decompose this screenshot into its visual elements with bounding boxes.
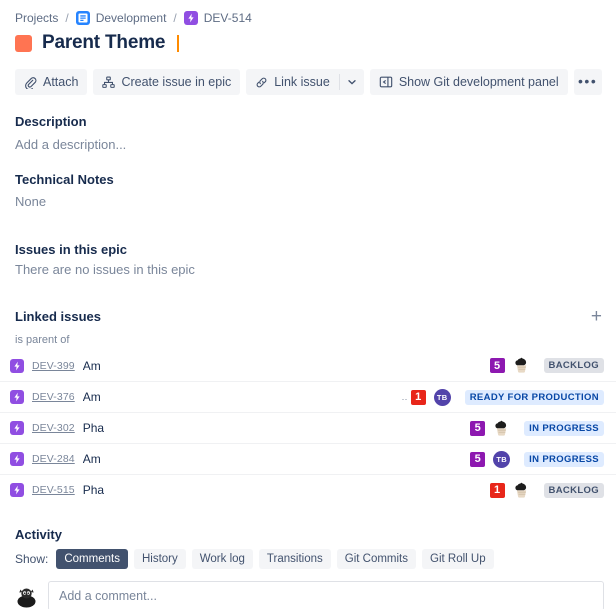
epic-type-icon: [183, 11, 198, 25]
attach-button[interactable]: Attach: [15, 69, 88, 95]
linked-issue-row[interactable]: DEV-376 Am.. 1 TB READY FOR PRODUCTION: [0, 381, 616, 412]
status-badge: BACKLOG: [543, 482, 604, 498]
hierarchy-icon: [102, 76, 116, 89]
linked-issues-list: DEV-399 Am 5 BACKLOG DEV-376 Am.. 1 TB READY FO…: [0, 350, 616, 505]
linked-issue-row[interactable]: DEV-399 Am 5 BACKLOG: [0, 350, 616, 381]
breadcrumb-separator-2: /: [173, 11, 177, 25]
current-user-avatar: [15, 584, 38, 608]
epic-type-icon: [10, 358, 24, 373]
assignee-avatar[interactable]: [512, 481, 530, 499]
priority-badge: 5: [470, 420, 486, 436]
chevron-down-icon: [347, 75, 357, 90]
status-badge: IN PROGRESS: [524, 420, 604, 436]
add-comment-input[interactable]: [48, 581, 604, 609]
linked-issues-header: Linked issues +: [15, 307, 616, 326]
issues-in-epic-heading: Issues in this epic: [15, 242, 127, 257]
link-issue-button[interactable]: Link issue: [246, 69, 339, 95]
activity-tab[interactable]: Work log: [191, 549, 253, 569]
issues-in-epic-section: Issues in this epic There are no issues …: [0, 242, 616, 277]
epic-color-swatch: [15, 34, 32, 52]
activity-heading: Activity: [15, 527, 62, 542]
linked-issues-section: Linked issues + is parent of: [0, 307, 616, 346]
activity-tab[interactable]: Git Commits: [336, 549, 416, 569]
linked-issue-key[interactable]: DEV-399: [32, 360, 75, 372]
breadcrumb-projects-link[interactable]: Projects: [15, 11, 58, 25]
linked-issue-row[interactable]: DEV-284 Am 5 TB IN PROGRESS: [0, 443, 616, 474]
git-panel-icon: [379, 75, 393, 89]
activity-section: Activity Show: Comments History Work log Tr…: [0, 527, 616, 609]
linked-issue-key[interactable]: DEV-284: [32, 453, 75, 465]
assignee-avatar[interactable]: TB: [493, 450, 511, 468]
linked-issue-row[interactable]: DEV-302 Pha 5 IN PROGRESS: [0, 412, 616, 443]
activity-tab[interactable]: Git Roll Up: [422, 549, 494, 569]
activity-tab[interactable]: Comments: [56, 549, 128, 569]
linked-issue-summary[interactable]: Am: [83, 359, 101, 373]
linked-issue-summary[interactable]: Pha: [83, 421, 104, 435]
status-badge: BACKLOG: [543, 358, 604, 373]
priority-badge: 1: [489, 482, 505, 498]
more-actions-button[interactable]: •••: [573, 69, 602, 95]
epic-type-icon: [10, 421, 24, 435]
linked-issue-summary[interactable]: Am: [83, 390, 101, 404]
linked-issues-heading: Linked issues: [15, 309, 101, 324]
linked-issue-row[interactable]: DEV-515 Pha 1 BACKLOG: [0, 474, 616, 505]
truncation-ellipsis: ..: [401, 392, 408, 402]
project-icon: [75, 11, 90, 25]
linked-issue-key[interactable]: DEV-302: [32, 422, 75, 434]
linked-issue-meta: 1 BACKLOG: [489, 481, 616, 499]
link-relationship-label: is parent of: [15, 334, 70, 346]
priority-badge: 1: [410, 389, 426, 405]
breadcrumb: Projects / Development / DEV-514: [0, 0, 616, 26]
create-issue-in-epic-button[interactable]: Create issue in epic: [93, 69, 241, 95]
link-issue-dropdown-button[interactable]: [340, 69, 364, 95]
linked-issue-summary[interactable]: Pha: [83, 483, 104, 497]
linked-issue-key[interactable]: DEV-515: [32, 484, 75, 496]
breadcrumb-issue-key-link[interactable]: DEV-514: [204, 11, 252, 25]
assignee-avatar[interactable]: [512, 357, 530, 374]
show-git-development-panel-button[interactable]: Show Git development panel: [369, 69, 568, 95]
paperclip-icon: [24, 76, 37, 89]
epic-type-icon: [10, 483, 24, 497]
priority-badge: 5: [470, 451, 486, 467]
technical-notes-heading: Technical Notes: [15, 172, 114, 187]
activity-tab[interactable]: History: [133, 549, 186, 569]
create-issue-in-epic-label: Create issue in epic: [121, 75, 232, 89]
show-git-development-panel-label: Show Git development panel: [398, 75, 559, 89]
issue-detail-page: Projects / Development / DEV-514 Parent …: [0, 0, 616, 609]
link-icon: [255, 76, 268, 89]
show-label: Show:: [15, 552, 49, 566]
technical-notes-value: None: [15, 194, 47, 209]
linked-issue-meta: 5 BACKLOG: [489, 357, 616, 374]
technical-notes-section: Technical Notes None: [0, 172, 616, 209]
add-comment-row: [15, 581, 616, 609]
linked-issue-meta: 5 TB IN PROGRESS: [470, 450, 616, 468]
activity-filter-tabs: Show: Comments History Work log Transitions…: [15, 549, 616, 569]
description-heading: Description: [15, 114, 87, 129]
linked-issue-meta: .. 1 TB READY FOR PRODUCTION: [401, 388, 616, 406]
activity-tab[interactable]: Transitions: [258, 549, 331, 569]
epic-type-icon: [10, 452, 24, 466]
attach-label: Attach: [43, 75, 79, 89]
epic-type-icon: [10, 390, 24, 404]
description-placeholder[interactable]: Add a description...: [15, 137, 616, 152]
issues-in-epic-empty-text: There are no issues in this epic: [15, 262, 195, 277]
breadcrumb-project-link[interactable]: Development: [96, 11, 167, 25]
link-issue-split-button: Link issue: [246, 69, 364, 95]
issue-action-toolbar: Attach Create issue in epic Link issue S…: [0, 68, 616, 96]
title-edit-caret: [177, 34, 180, 52]
assignee-avatar[interactable]: [493, 419, 511, 437]
breadcrumb-separator-1: /: [65, 11, 69, 25]
add-linked-issue-button[interactable]: +: [589, 307, 604, 326]
status-badge: IN PROGRESS: [524, 451, 604, 467]
description-section: Description Add a description...: [0, 114, 616, 152]
link-issue-label: Link issue: [274, 75, 330, 89]
linked-issue-key[interactable]: DEV-376: [32, 391, 75, 403]
linked-issue-summary[interactable]: Am: [83, 452, 101, 466]
priority-badge: 5: [489, 358, 505, 373]
assignee-avatar[interactable]: TB: [433, 388, 451, 406]
linked-issue-meta: 5 IN PROGRESS: [470, 419, 616, 437]
status-badge: READY FOR PRODUCTION: [464, 389, 604, 405]
page-title[interactable]: Parent Theme: [42, 32, 165, 54]
clipped-background-text: [240, 52, 310, 61]
